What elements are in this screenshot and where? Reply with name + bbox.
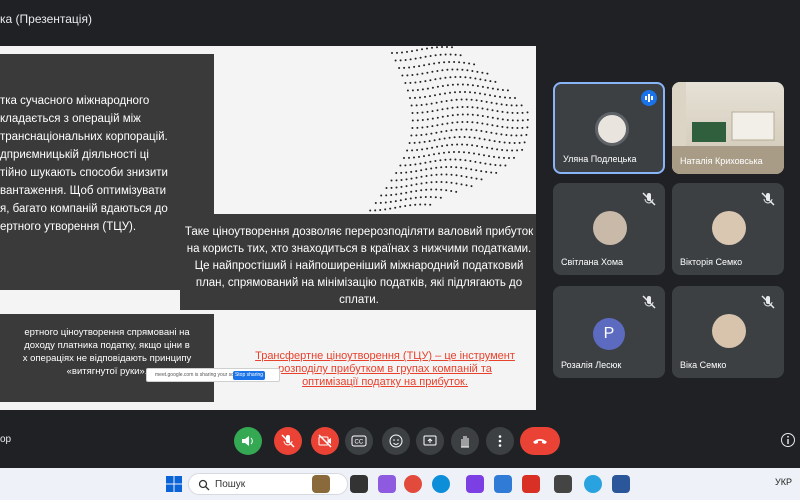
avatar [712, 314, 746, 348]
participant-tile-5[interactable]: P Розалія Лесюк [553, 286, 665, 378]
camera-toggle-button[interactable] [311, 427, 339, 455]
mic-toggle-button[interactable] [274, 427, 302, 455]
participant-name: Світлана Хома [561, 257, 624, 267]
speaking-indicator-icon [641, 90, 657, 106]
avatar [595, 112, 629, 146]
camera-off-icon [318, 434, 332, 448]
slide-text-panel-middle: Таке ціноутворення дозволяє перерозподіл… [180, 214, 536, 310]
participant-tile-4[interactable]: Вікторія Семко [672, 183, 784, 275]
app-icon-taskview[interactable] [350, 475, 368, 493]
word-icon[interactable] [612, 475, 630, 493]
participant-name: Наталія Криховська [680, 156, 763, 166]
shared-presentation: тка сучасного міжнародного кладається з … [0, 46, 536, 410]
present-button[interactable] [416, 427, 444, 455]
window-title: ка (Презентація) [0, 12, 92, 26]
share-notice-text: meet.google.com is sharing your screen. [155, 372, 246, 378]
keyboard-language[interactable]: УКР [775, 477, 792, 487]
participant-tile-6[interactable]: Віка Семко [672, 286, 784, 378]
svg-text:CC: CC [355, 440, 364, 446]
slide-text-panel-bottom: ертного ціноутворення спрямовані на дохо… [0, 314, 214, 402]
participant-name: Розалія Лесюк [561, 360, 622, 370]
edge-icon[interactable] [432, 475, 450, 493]
mic-off-icon [281, 434, 295, 448]
end-call-button[interactable] [520, 427, 560, 455]
os-taskbar: Пошук УКР [0, 468, 800, 500]
mic-off-icon [642, 192, 656, 206]
speaker-button[interactable] [234, 427, 262, 455]
telegram-icon[interactable] [584, 475, 602, 493]
avatar [593, 211, 627, 245]
end-call-icon [533, 439, 547, 444]
avatar-initial: P [593, 318, 625, 350]
participant-name: Вікторія Семко [680, 257, 743, 267]
participant-tile-3[interactable]: Світлана Хома [553, 183, 665, 275]
hand-icon [461, 436, 469, 448]
meeting-label: ор [0, 434, 12, 445]
chrome-icon[interactable] [404, 475, 422, 493]
speaker-icon [242, 436, 253, 446]
captions-button[interactable]: CC [345, 427, 373, 455]
emoji-icon [389, 434, 403, 448]
participant-tile-2[interactable]: Наталія Криховська [672, 82, 784, 174]
screen-share-notice: meet.google.com is sharing your screen. … [146, 368, 280, 382]
slide-definition-link[interactable]: Трансфертне ціноутворення (ТЦУ) – це інс… [250, 350, 520, 389]
mic-off-icon [642, 295, 656, 309]
participant-tile-1[interactable]: Уляна Подлецька [553, 82, 665, 174]
info-icon[interactable] [780, 432, 796, 448]
emoji-button[interactable] [382, 427, 410, 455]
app-icon-picture[interactable] [312, 475, 330, 493]
mic-off-icon [761, 295, 775, 309]
search-label: Пошук [215, 479, 246, 490]
app-icon-red[interactable] [522, 475, 540, 493]
avatar [712, 211, 746, 245]
more-options-button[interactable] [486, 427, 514, 455]
slide-paragraph-middle: Таке ціноутворення дозволяє перерозподіл… [184, 226, 534, 306]
participant-name: Віка Семко [680, 360, 727, 370]
mic-off-icon [761, 192, 775, 206]
app-icon-dark[interactable] [554, 475, 572, 493]
viber-icon[interactable] [466, 475, 484, 493]
stop-sharing-button[interactable]: Stop sharing [233, 371, 265, 380]
captions-icon: CC [351, 435, 367, 447]
window-titlebar: ка (Презентація) [0, 0, 800, 40]
present-icon [423, 435, 437, 446]
meeting-controls-bar: ор CC [0, 416, 800, 466]
search-icon [198, 479, 210, 491]
raise-hand-button[interactable] [451, 427, 479, 455]
app-icon-teams[interactable] [378, 475, 396, 493]
windows-start-icon[interactable] [166, 476, 182, 492]
more-icon [498, 435, 502, 447]
app-icon-store[interactable] [494, 475, 512, 493]
dotted-wave-decoration [369, 46, 529, 212]
participant-name: Уляна Подлецька [563, 154, 637, 164]
